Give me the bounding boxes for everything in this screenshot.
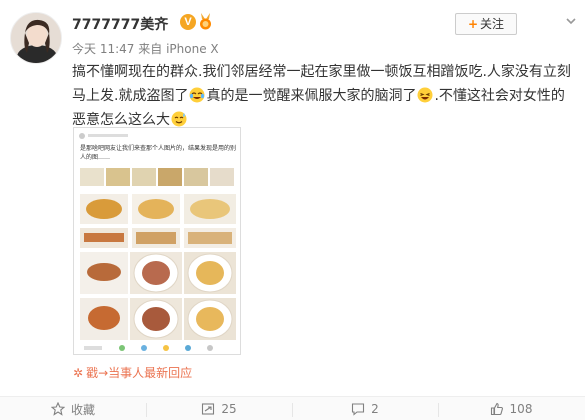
crying-laughing-emoji-icon [189, 87, 205, 103]
repost-count: 25 [221, 402, 237, 416]
source-prefix: 来自 [138, 42, 163, 56]
source-device[interactable]: iPhone X [166, 42, 219, 56]
laughing-emoji-icon [417, 87, 433, 103]
follow-label: 关注 [480, 17, 505, 31]
post-text: 搞不懂啊现在的群众.我们邻居经常一起在家里做一顿饭互相蹭饭吃.人家没有立刻马上发… [72, 60, 577, 132]
verified-v-icon: V [180, 14, 196, 30]
sweat-smile-emoji-icon [171, 111, 187, 127]
spark-icon: ✲ [73, 366, 84, 380]
source-link[interactable]: ✲ 戳→当事人最新回应 [73, 364, 192, 381]
comment-icon [352, 403, 365, 416]
post-meta: 今天 11:47 来自 iPhone X [72, 40, 219, 57]
weibo-post-card: 7777777美齐 V 今天 11:47 来自 iPhone X + 关注 搞不懂… [0, 0, 585, 420]
avatar[interactable] [10, 12, 62, 64]
source-link-label: 戳→当事人最新回应 [86, 366, 193, 380]
embedded-screenshot-graphic [74, 128, 240, 354]
post-image[interactable]: 是那啥吧网友让我们来查那个人图片的，结果发现是用的别人的图…… [73, 127, 241, 355]
favorite-button[interactable]: 收藏 [0, 397, 146, 420]
plus-icon: + [467, 17, 479, 31]
action-bar: 收藏 25 2 108 [0, 396, 585, 420]
username[interactable]: 7777777美齐 [72, 14, 168, 34]
medal-icon [200, 13, 211, 30]
avatar-image [11, 13, 61, 63]
like-button[interactable]: 108 [438, 397, 584, 420]
favorite-label: 收藏 [70, 402, 95, 417]
post-timestamp[interactable]: 今天 11:47 [72, 42, 134, 56]
post-text-part2: 真的是一觉醒来佩服大家的脑洞了 [206, 88, 417, 104]
thumbs-up-icon [490, 402, 503, 416]
like-count: 108 [509, 402, 533, 416]
follow-button[interactable]: + 关注 [455, 13, 517, 35]
comment-count: 2 [371, 402, 379, 416]
embedded-caption: 是那啥吧网友让我们来查那个人图片的，结果发现是用的别人的图…… [80, 145, 237, 161]
repost-button[interactable]: 25 [146, 397, 292, 420]
chevron-down-icon[interactable] [565, 15, 577, 27]
star-icon [50, 402, 65, 416]
comment-button[interactable]: 2 [292, 397, 438, 420]
repost-icon [202, 403, 215, 415]
